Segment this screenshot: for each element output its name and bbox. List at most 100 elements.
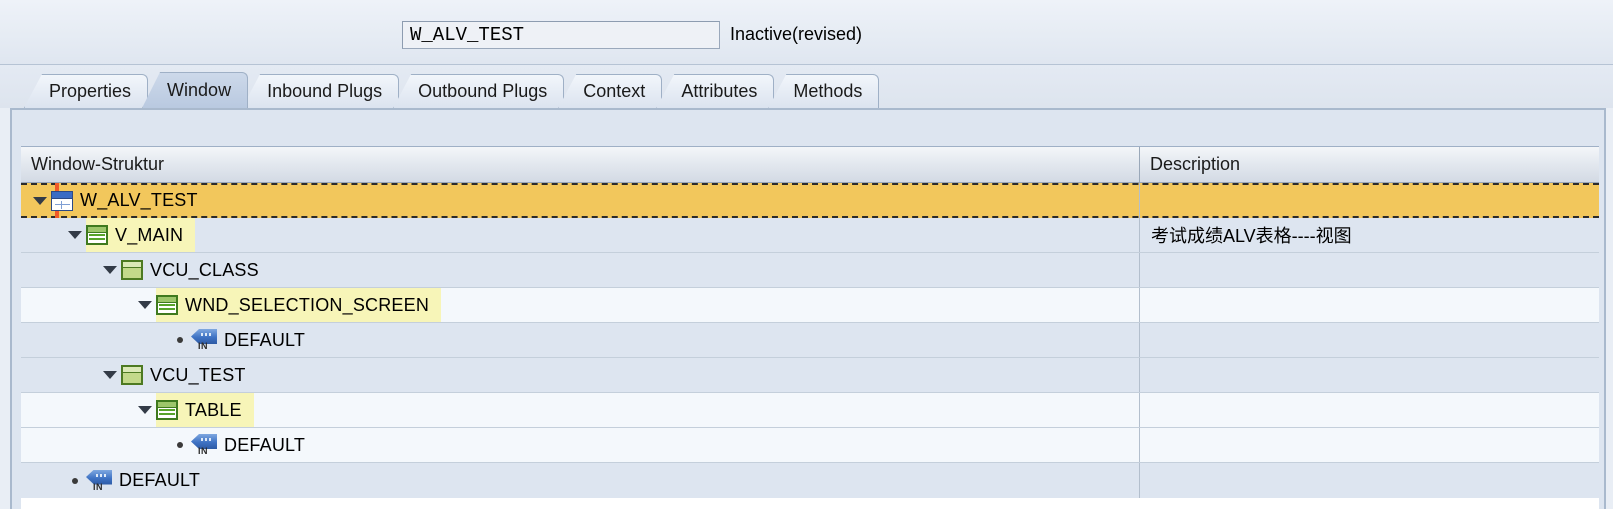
tree-row[interactable]: TABLE: [21, 393, 1599, 428]
tree-node-label: V_MAIN: [115, 224, 184, 245]
inbound-plug-icon: IN: [86, 469, 112, 492]
expander-triangle-down-icon[interactable]: [29, 183, 51, 218]
leaf-bullet-icon: [169, 428, 191, 462]
tab-label: Context: [583, 81, 646, 101]
tab-outbound-plugs[interactable]: Outbound Plugs: [393, 74, 565, 108]
tree-row[interactable]: IN DEFAULT: [21, 323, 1599, 358]
triangle-down-glyph: [103, 371, 117, 379]
window-icon: [51, 190, 73, 211]
expander-triangle-down-icon[interactable]: [64, 218, 86, 252]
inbound-plug-icon: IN: [191, 434, 217, 456]
tab-label: Attributes: [681, 81, 758, 101]
tree-node-label: VCU_CLASS: [150, 259, 259, 280]
triangle-down-glyph: [138, 406, 152, 414]
tree-node: IN DEFAULT: [169, 428, 317, 462]
plug-pins: [201, 333, 213, 336]
object-header: W_ALV_TEST Inactive(revised): [0, 0, 1613, 65]
expander-triangle-down-icon[interactable]: [134, 288, 156, 322]
tab-window[interactable]: Window: [142, 72, 249, 108]
tab-label: Window: [167, 80, 232, 100]
tree-node-content[interactable]: W_ALV_TEST: [51, 183, 210, 218]
plug-pins: [96, 473, 108, 477]
tree-node-content[interactable]: WND_SELECTION_SCREEN: [156, 288, 442, 322]
plug-direction-label: IN: [198, 446, 208, 456]
view-icon: [156, 400, 178, 420]
tree-row[interactable]: W_ALV_TEST: [21, 183, 1599, 218]
tree-node-label: DEFAULT: [224, 434, 306, 455]
plug-pins: [201, 438, 213, 441]
tree-node-label: DEFAULT: [119, 470, 201, 490]
triangle-down-glyph: [138, 301, 152, 309]
tree-node: VCU_CLASS: [99, 253, 271, 287]
tree-node-label: DEFAULT: [224, 329, 306, 350]
leaf-bullet-icon: [64, 463, 86, 498]
plug-direction-label: IN: [93, 481, 103, 492]
tree-node: IN DEFAULT: [64, 463, 212, 498]
window-structure-panel: Window-Struktur Description W_ALV_TEST V_…: [10, 108, 1606, 509]
tree-node: VCU_TEST: [99, 358, 258, 392]
tree-node-content[interactable]: TABLE: [156, 393, 254, 427]
column-header-structure[interactable]: Window-Struktur: [21, 147, 1139, 182]
tab-properties[interactable]: Properties: [24, 74, 149, 108]
tree-node-content[interactable]: IN DEFAULT: [191, 428, 317, 462]
tree-node-label: TABLE: [185, 399, 242, 420]
tree-node: WND_SELECTION_SCREEN: [134, 288, 442, 322]
plug-direction-label: IN: [198, 341, 208, 351]
object-name-field[interactable]: W_ALV_TEST: [402, 21, 720, 49]
tree-node-content[interactable]: VCU_TEST: [121, 358, 258, 392]
tree-node: IN DEFAULT: [169, 323, 317, 357]
bullet-dot-glyph: [177, 442, 183, 448]
tab-methods[interactable]: Methods: [768, 74, 880, 108]
column-header-description[interactable]: Description: [1139, 147, 1599, 182]
expander-triangle-down-icon[interactable]: [99, 253, 121, 287]
tab-context[interactable]: Context: [558, 74, 663, 108]
tab-label: Inbound Plugs: [267, 81, 383, 101]
row-description-cell: 考试成绩ALV表格----视图: [1139, 218, 1599, 252]
tree-row[interactable]: VCU_TEST: [21, 358, 1599, 393]
bullet-dot-glyph: [177, 337, 183, 343]
tree-node: TABLE: [134, 393, 254, 427]
expander-triangle-down-icon[interactable]: [134, 393, 156, 427]
object-status-text: Inactive(revised): [730, 24, 863, 44]
inbound-plug-icon: IN: [191, 329, 217, 351]
tab-inbound-plugs[interactable]: Inbound Plugs: [242, 74, 400, 108]
expander-triangle-down-icon[interactable]: [99, 358, 121, 392]
tree-row[interactable]: IN DEFAULT: [21, 463, 1599, 498]
row-description-cell: [1139, 428, 1599, 462]
tree-rows: W_ALV_TEST V_MAIN 考试成绩ALV表格----视图 VCU_CLASS…: [21, 183, 1599, 498]
bullet-dot-glyph: [72, 477, 78, 484]
tree-node-label: W_ALV_TEST: [80, 190, 198, 210]
triangle-down-glyph: [33, 196, 47, 205]
view-icon: [156, 295, 178, 315]
view-icon: [86, 225, 108, 245]
container-icon: [121, 260, 143, 280]
row-description-cell: [1139, 323, 1599, 357]
tab-strip: Properties Window Inbound Plugs Outbound Pl…: [0, 65, 1613, 108]
sap-window-editor: W_ALV_TEST Inactive(revised) Properties W…: [0, 0, 1613, 509]
tree-row[interactable]: WND_SELECTION_SCREEN: [21, 288, 1599, 323]
tree-node-label: WND_SELECTION_SCREEN: [185, 294, 430, 315]
tab-attributes[interactable]: Attributes: [656, 74, 775, 108]
row-description-cell: [1139, 358, 1599, 392]
tree-node-content[interactable]: IN DEFAULT: [86, 463, 212, 498]
tree-node-content[interactable]: V_MAIN: [86, 218, 196, 252]
window-structure-grid: Window-Struktur Description W_ALV_TEST V_…: [21, 146, 1599, 509]
tree-row[interactable]: IN DEFAULT: [21, 428, 1599, 463]
row-description-cell: [1139, 463, 1599, 498]
tree-row[interactable]: VCU_CLASS: [21, 253, 1599, 288]
tree-node-content[interactable]: IN DEFAULT: [191, 323, 317, 357]
container-icon: [121, 365, 143, 385]
tree-row[interactable]: V_MAIN 考试成绩ALV表格----视图: [21, 218, 1599, 253]
triangle-down-glyph: [68, 231, 82, 239]
grid-header-row: Window-Struktur Description: [21, 147, 1599, 183]
tree-node-label: VCU_TEST: [150, 364, 246, 385]
tab-label: Outbound Plugs: [418, 81, 548, 101]
row-description-cell: [1139, 183, 1599, 218]
tab-label: Methods: [793, 81, 863, 101]
row-description-cell: [1139, 253, 1599, 287]
row-description-cell: [1139, 393, 1599, 427]
tree-node: W_ALV_TEST: [29, 183, 210, 218]
leaf-bullet-icon: [169, 323, 191, 357]
tab-label: Properties: [49, 81, 132, 101]
tree-node-content[interactable]: VCU_CLASS: [121, 253, 271, 287]
